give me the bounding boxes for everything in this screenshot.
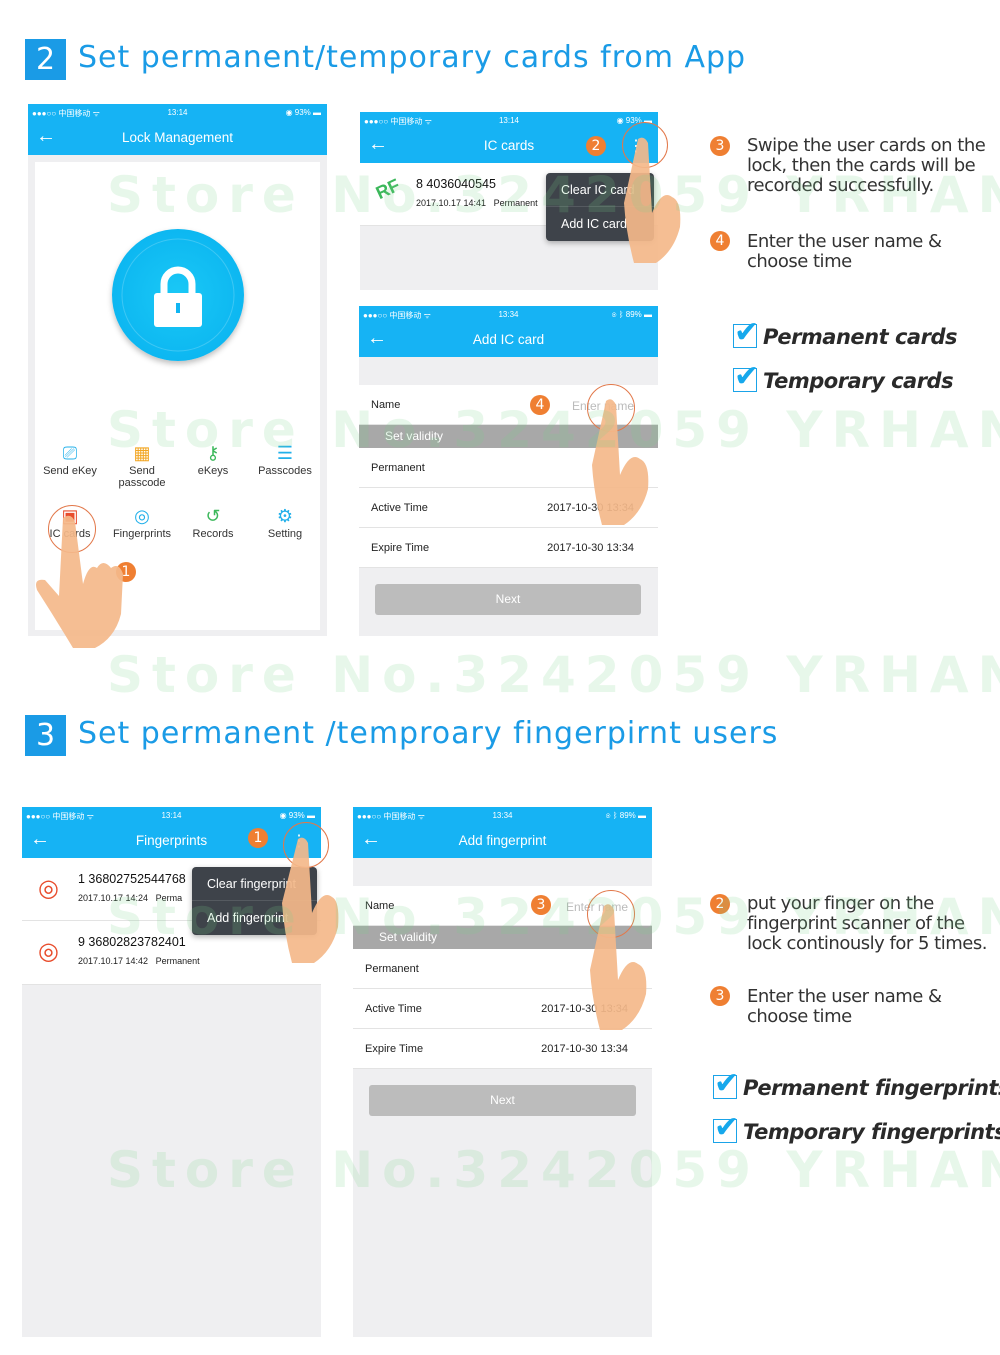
send-passcode-button[interactable]: ▦ Send passcode xyxy=(107,441,177,489)
next-button[interactable]: Next xyxy=(375,584,641,615)
permanent-fingerprints-check: ✔ Permanent fingerprints xyxy=(713,1066,1000,1101)
section-title: Set permanent/temporary cards from App xyxy=(78,40,747,75)
nav-bar: ← Add fingerprint xyxy=(353,823,652,858)
battery: ◉ ᛒ 89% ▬ xyxy=(611,310,652,319)
step-badge: 3 xyxy=(710,986,730,1006)
instruction-text: Enter the user name & choose time xyxy=(747,231,942,272)
step-badge: 4 xyxy=(530,395,550,415)
step-badge: 4 xyxy=(710,231,730,251)
item-label: eKeys xyxy=(197,465,229,477)
battery: ◉ ᛒ 89% ▬ xyxy=(605,811,646,820)
temporary-cards-check: ✔ Temporary cards xyxy=(733,359,954,394)
send-ekey-button[interactable]: ⎚ Send eKey xyxy=(35,441,105,477)
checkbox-icon: ✔ xyxy=(733,315,759,350)
permanent-cards-check: ✔ Permanent cards xyxy=(733,315,957,350)
records-button[interactable]: ↺ Records xyxy=(178,504,248,540)
status-bar: ●●●○○ 中国移动 ᯤ 13:34 ◉ ᛒ 89% ▬ xyxy=(353,807,652,823)
field-label: Name xyxy=(365,900,395,912)
item-label: Setting xyxy=(267,528,303,540)
passcode-send-icon: ▦ xyxy=(133,443,151,463)
battery: ◉ 93% ▬ xyxy=(285,108,321,117)
step-badge: 3 xyxy=(710,136,730,156)
hand-pointer-icon xyxy=(590,904,647,1030)
expire-time-field[interactable]: Expire Time 2017-10-30 13:34 xyxy=(359,528,658,568)
field-label: Permanent xyxy=(365,963,419,975)
ekeys-icon: ⚷ xyxy=(206,443,220,463)
clock: 13:14 xyxy=(498,116,520,125)
ekey-send-icon: ⎚ xyxy=(62,443,78,463)
records-icon: ↺ xyxy=(205,506,221,526)
status-bar: ●●●○○ 中国移动 ᯤ 13:34 ◉ ᛒ 89% ▬ xyxy=(359,306,658,322)
passcodes-icon: ☰ xyxy=(276,443,294,463)
rf-card-icon: RF xyxy=(372,174,403,204)
card-meta: 2017.10.17 14:41 Permanent xyxy=(416,198,538,208)
step-badge: 3 xyxy=(531,895,551,915)
field-label: Permanent xyxy=(371,462,425,474)
field-label: Expire Time xyxy=(371,542,430,554)
status-bar: ●●●○○ 中国移动 ᯤ 13:14 ◉ 93% ▬ xyxy=(22,807,321,823)
expire-time-field[interactable]: Expire Time 2017-10-30 13:34 xyxy=(353,1029,652,1069)
item-label: Passcodes xyxy=(258,465,312,477)
section-number: 2 xyxy=(25,39,66,80)
watermark: Store No.3242059 YRHAND xyxy=(107,646,1000,704)
item-label: Send passcode xyxy=(118,465,166,489)
padlock-icon[interactable] xyxy=(112,229,244,361)
fingerprint-name: 1 36802752544768 xyxy=(78,872,186,886)
fingerprint-name: 9 36802823782401 xyxy=(78,935,186,949)
instruction-text: Swipe the user cards on the lock, then t… xyxy=(747,135,986,196)
clock: 13:14 xyxy=(161,811,182,820)
card-name: 8 4036040545 xyxy=(416,177,496,191)
screen-title: Add IC card xyxy=(472,332,545,347)
item-label: Records xyxy=(192,528,234,540)
next-button[interactable]: Next xyxy=(369,1085,636,1116)
field-label: Active Time xyxy=(365,1003,422,1015)
fingerprint-meta: 2017.10.17 14:24 Perma xyxy=(78,893,183,903)
fingerprint-icon: ◎ xyxy=(38,938,59,965)
battery: ◉ 93% ▬ xyxy=(279,811,315,820)
setting-button[interactable]: ⚙ Setting xyxy=(250,504,320,540)
field-label: Name xyxy=(371,399,401,411)
step-badge: 2 xyxy=(710,894,730,914)
status-bar: ●●●○○ 中国移动 ᯤ 13:14 ◉ 93% ▬ xyxy=(360,112,658,128)
field-label: Expire Time xyxy=(365,1043,424,1055)
gear-icon: ⚙ xyxy=(276,506,294,526)
hand-pointer-icon xyxy=(282,837,339,963)
hand-pointer-icon xyxy=(36,515,123,648)
section-title: Set permanent /temproary fingerpirnt use… xyxy=(78,716,779,751)
instruction-text: Enter the user name & choose time xyxy=(747,986,942,1027)
temporary-fingerprints-check: ✔ Temporary fingerprints xyxy=(713,1110,1000,1145)
add-fingerprint-screen: ●●●○○ 中国移动 ᯤ 13:34 ◉ ᛒ 89% ▬ ← Add fingerpr… xyxy=(353,807,652,1337)
field-label: Active Time xyxy=(371,502,428,514)
checkbox-icon: ✔ xyxy=(713,1110,739,1145)
hand-pointer-icon xyxy=(592,399,649,525)
passcodes-button[interactable]: ☰ Passcodes xyxy=(250,441,320,477)
nav-bar: ← Add IC card xyxy=(359,322,658,357)
fingerprint-icon: ◎ xyxy=(38,875,59,902)
item-label: Send eKey xyxy=(43,465,97,477)
instruction-text: put your finger on the fingerprint scann… xyxy=(747,893,987,954)
screen-title: Lock Management xyxy=(121,130,234,145)
field-value: 2017-10-30 13:34 xyxy=(541,1043,628,1055)
hand-pointer-icon xyxy=(624,137,681,263)
clock: 13:14 xyxy=(167,108,188,117)
checkbox-icon: ✔ xyxy=(713,1066,739,1101)
status-bar: ●●●○○ 中国移动 ᯤ 13:14 ◉ 93% ▬ xyxy=(28,104,327,120)
section-number: 3 xyxy=(25,715,66,756)
screen-title: Add fingerprint xyxy=(458,833,547,848)
field-value: 2017-10-30 13:34 xyxy=(547,542,634,554)
ekeys-button[interactable]: ⚷ eKeys xyxy=(178,441,248,477)
nav-bar: ← Lock Management xyxy=(28,120,327,155)
checkbox-icon: ✔ xyxy=(733,359,759,394)
fingerprint-meta: 2017.10.17 14:42 Permanent xyxy=(78,956,200,966)
